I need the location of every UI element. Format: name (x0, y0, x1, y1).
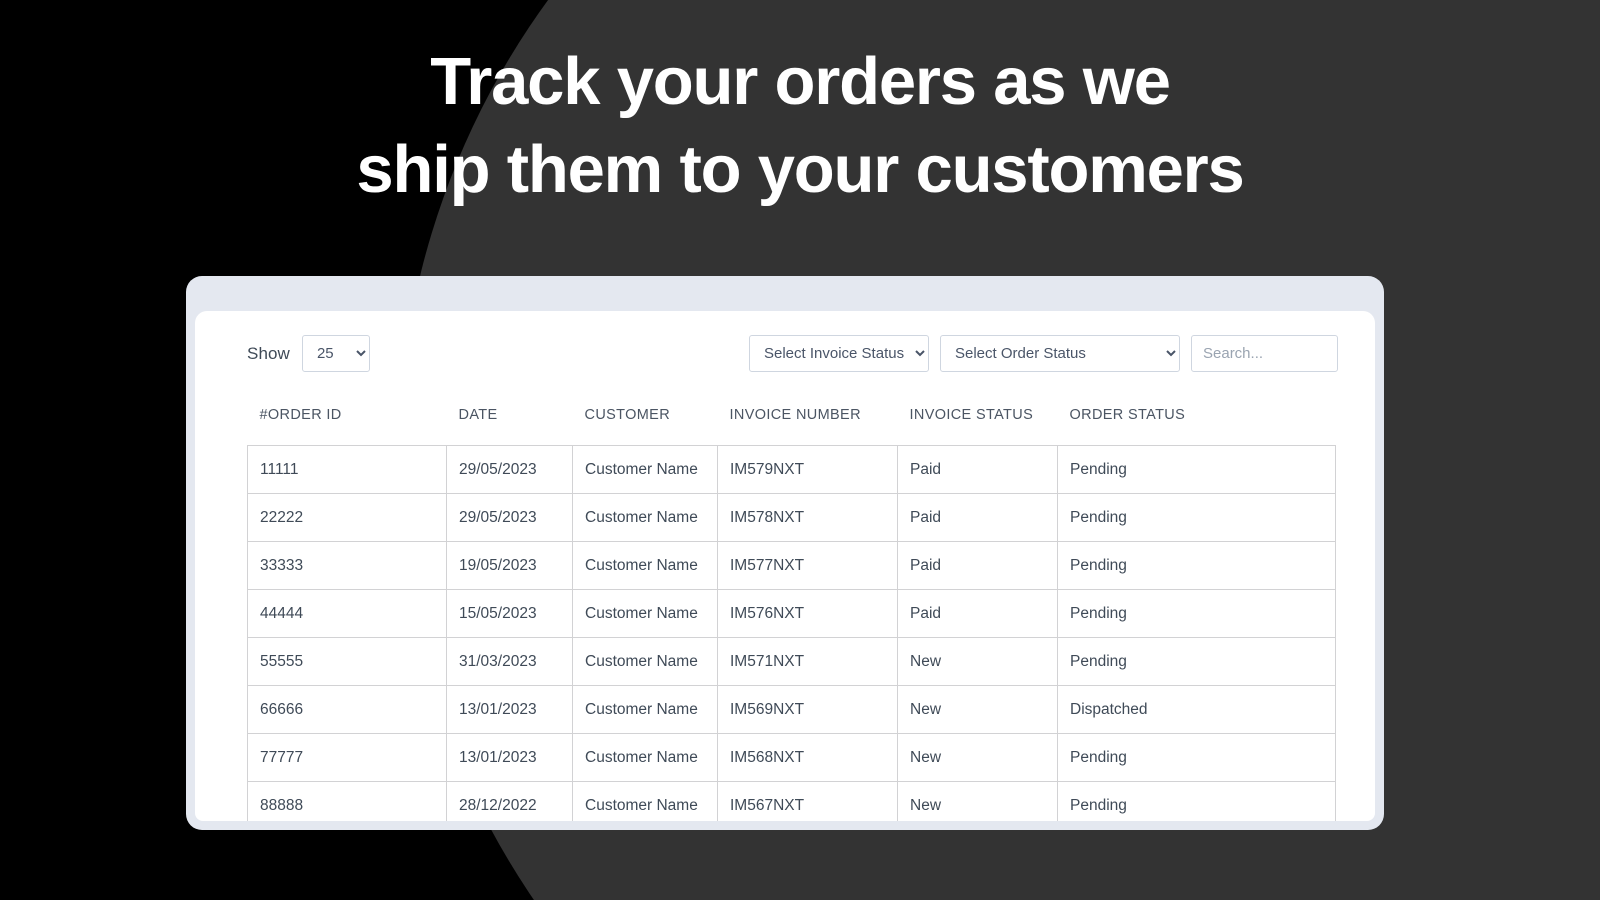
cell-order-status: Pending (1057, 445, 1336, 494)
orders-toolbar: Show 25 Select Invoice Status Select Ord… (195, 311, 1375, 389)
cell-invoice-status: Paid (897, 541, 1058, 590)
cell-invoice-status: New (897, 781, 1058, 821)
hero-headline-line-1: Track your orders as we (430, 44, 1171, 119)
cell-order-id: 66666 (247, 685, 447, 734)
cell-invoice-status: Paid (897, 493, 1058, 542)
table-row[interactable]: 33333 19/05/2023 Customer Name IM577NXT Paid… (247, 541, 1336, 590)
cell-invoice-status: New (897, 733, 1058, 782)
cell-order-status: Pending (1057, 589, 1336, 638)
cell-order-status: Pending (1057, 637, 1336, 686)
app-window-frame: Show 25 Select Invoice Status Select Ord… (186, 276, 1384, 830)
cell-invoice-number: IM577NXT (717, 541, 898, 590)
hero-headline-line-2: ship them to your customers (356, 132, 1244, 207)
orders-panel: Show 25 Select Invoice Status Select Ord… (195, 311, 1375, 821)
cell-invoice-number: IM567NXT (717, 781, 898, 821)
cell-date: 19/05/2023 (446, 541, 573, 590)
cell-order-status: Dispatched (1057, 685, 1336, 734)
filters-group: Select Invoice Status Select Order Statu… (749, 335, 1338, 372)
cell-order-id: 88888 (247, 781, 447, 821)
cell-customer: Customer Name (572, 637, 718, 686)
cell-customer: Customer Name (572, 589, 718, 638)
cell-order-id: 22222 (247, 493, 447, 542)
hero-headline: Track your orders as we ship them to you… (0, 38, 1600, 214)
cell-date: 29/05/2023 (446, 493, 573, 542)
cell-invoice-number: IM568NXT (717, 733, 898, 782)
invoice-status-select[interactable]: Select Invoice Status (749, 335, 929, 372)
cell-date: 29/05/2023 (446, 445, 573, 494)
column-header-invoice-status[interactable]: INVOICE STATUS (898, 407, 1058, 446)
screenshot-stage: Track your orders as we ship them to you… (0, 0, 1600, 900)
cell-customer: Customer Name (572, 781, 718, 821)
table-row[interactable]: 55555 31/03/2023 Customer Name IM571NXT New P… (247, 637, 1336, 686)
cell-order-status: Pending (1057, 733, 1336, 782)
column-header-order-id[interactable]: #ORDER ID (248, 407, 447, 446)
cell-order-id: 44444 (247, 589, 447, 638)
cell-invoice-status: New (897, 685, 1058, 734)
page-size-select[interactable]: 25 (301, 335, 370, 372)
cell-invoice-status: New (897, 637, 1058, 686)
cell-order-id: 33333 (247, 541, 447, 590)
orders-table-head: #ORDER ID DATE CUSTOMER INVOICE NUMBER I… (248, 407, 1336, 446)
cell-customer: Customer Name (572, 493, 718, 542)
column-header-order-status[interactable]: ORDER STATUS (1058, 407, 1336, 446)
cell-customer: Customer Name (572, 733, 718, 782)
column-header-date[interactable]: DATE (447, 407, 573, 446)
cell-date: 28/12/2022 (446, 781, 573, 821)
table-row[interactable]: 77777 13/01/2023 Customer Name IM568NXT New P… (247, 733, 1336, 782)
table-row[interactable]: 44444 15/05/2023 Customer Name IM576NXT Paid… (247, 589, 1336, 638)
table-row[interactable]: 22222 29/05/2023 Customer Name IM578NXT Paid… (247, 493, 1336, 542)
order-status-select[interactable]: Select Order Status (940, 335, 1180, 372)
cell-customer: Customer Name (572, 445, 718, 494)
cell-date: 13/01/2023 (446, 685, 573, 734)
cell-customer: Customer Name (572, 541, 718, 590)
cell-customer: Customer Name (572, 685, 718, 734)
column-header-customer[interactable]: CUSTOMER (573, 407, 718, 446)
cell-invoice-status: Paid (897, 445, 1058, 494)
table-row[interactable]: 66666 13/01/2023 Customer Name IM569NXT New D… (247, 685, 1336, 734)
search-input[interactable] (1191, 335, 1338, 372)
cell-order-status: Pending (1057, 493, 1336, 542)
column-header-invoice-number[interactable]: INVOICE NUMBER (718, 407, 898, 446)
cell-date: 31/03/2023 (446, 637, 573, 686)
table-row[interactable]: 11111 29/05/2023 Customer Name IM579NXT Paid… (247, 445, 1336, 494)
cell-invoice-number: IM578NXT (717, 493, 898, 542)
table-row[interactable]: 88888 28/12/2022 Customer Name IM567NXT New P… (247, 781, 1336, 821)
cell-invoice-status: Paid (897, 589, 1058, 638)
orders-table-header-row: #ORDER ID DATE CUSTOMER INVOICE NUMBER I… (248, 407, 1336, 446)
cell-order-status: Pending (1057, 781, 1336, 821)
orders-table-body: 11111 29/05/2023 Customer Name IM579NXT Paid… (247, 445, 1336, 821)
cell-order-id: 77777 (247, 733, 447, 782)
cell-order-id: 55555 (247, 637, 447, 686)
page-size-group: Show 25 (247, 335, 370, 372)
show-label: Show (247, 343, 290, 363)
orders-table: #ORDER ID DATE CUSTOMER INVOICE NUMBER I… (247, 407, 1336, 821)
cell-invoice-number: IM579NXT (717, 445, 898, 494)
cell-date: 15/05/2023 (446, 589, 573, 638)
cell-date: 13/01/2023 (446, 733, 573, 782)
cell-order-id: 11111 (247, 445, 447, 494)
cell-order-status: Pending (1057, 541, 1336, 590)
cell-invoice-number: IM576NXT (717, 589, 898, 638)
cell-invoice-number: IM569NXT (717, 685, 898, 734)
cell-invoice-number: IM571NXT (717, 637, 898, 686)
